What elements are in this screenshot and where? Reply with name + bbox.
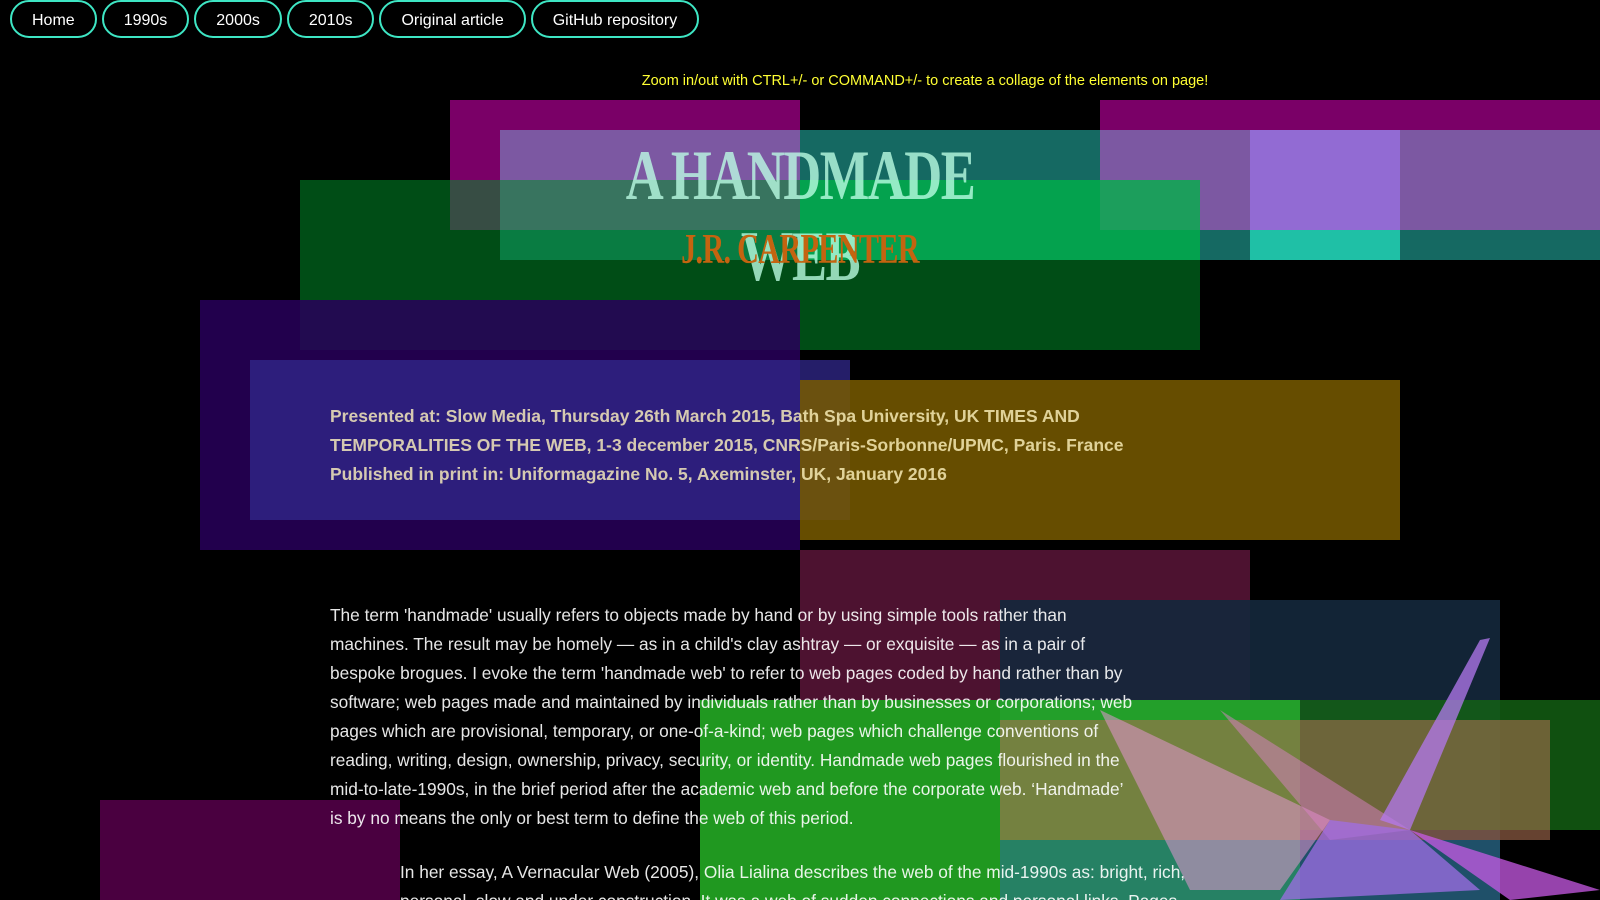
presentation-line: TEMPORALITIES OF THE WEB, 1-3 december 2…: [330, 435, 1124, 455]
presentation-line: Presented at: Slow Media, Thursday 26th …: [330, 406, 1080, 426]
article-paragraph: In her essay, A Vernacular Web (2005), O…: [400, 862, 1186, 900]
article-author: J.R. CARPENTER: [681, 227, 919, 273]
article-paragraph: The term 'handmade' usually refers to ob…: [330, 605, 1133, 828]
nav-github-repository-button[interactable]: GitHub repository: [530, 0, 700, 38]
nav-2010s-button[interactable]: 2010s: [286, 0, 375, 38]
collage-block: [1250, 130, 1400, 230]
presentation-line: Published in print in: Uniformagazine No…: [330, 464, 947, 484]
zoom-instruction: Zoom in/out with CTRL+/- or COMMAND+/- t…: [641, 73, 1209, 89]
nav-original-article-button[interactable]: Original article: [379, 0, 526, 38]
collage-block: [1250, 230, 1400, 260]
page: Home 1990s 2000s 2010s Original article …: [0, 0, 1600, 900]
nav-1990s-button[interactable]: 1990s: [101, 0, 190, 38]
nav-home-button[interactable]: Home: [10, 0, 97, 38]
presentation-info: Presented at: Slow Media, Thursday 26th …: [330, 402, 1170, 489]
nav-2000s-button[interactable]: 2000s: [194, 0, 282, 38]
top-nav: Home 1990s 2000s 2010s Original article …: [10, 0, 700, 38]
